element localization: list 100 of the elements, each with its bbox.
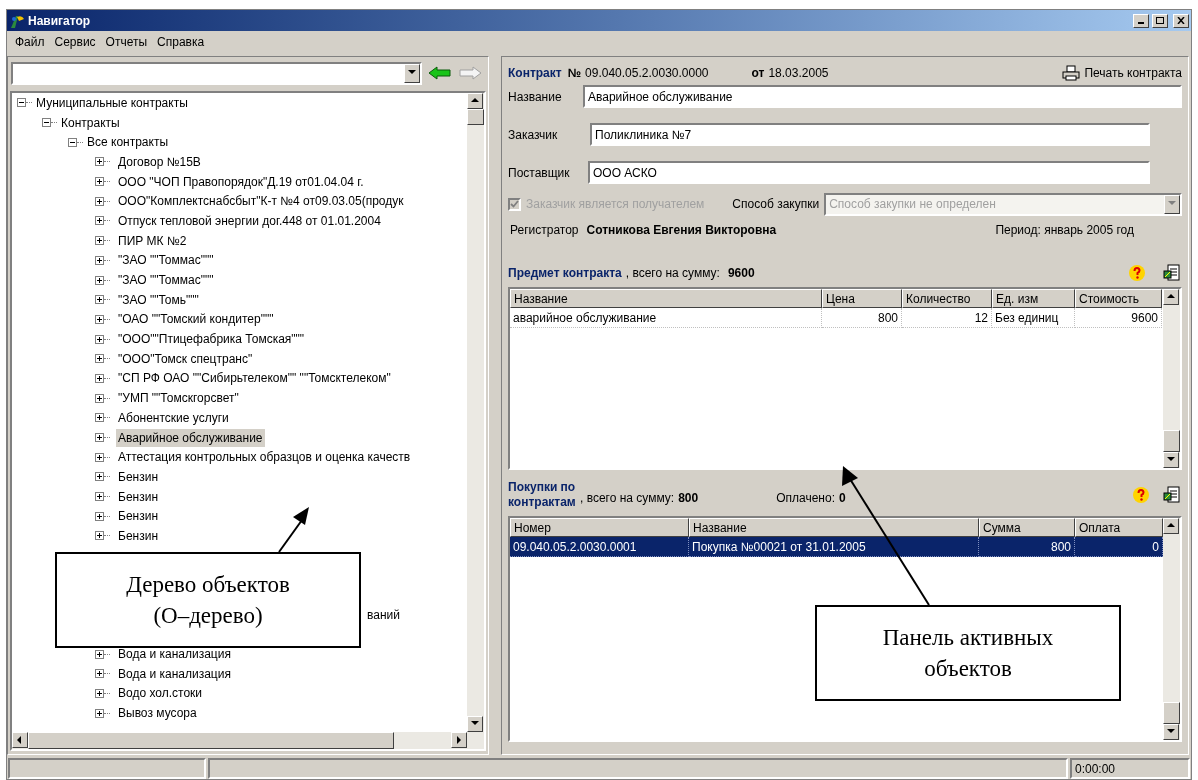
tree-item[interactable]: Муниципальные контракты [34,93,190,112]
tree-item[interactable]: Вывоз мусора [116,704,199,723]
menu-item[interactable]: Файл [11,33,49,51]
tree-item[interactable]: "ОАО ""Томский кондитер""" [116,310,276,329]
tree-item[interactable]: Абонентские услуги [116,408,231,427]
close-button[interactable] [1173,13,1189,28]
tree-item[interactable]: Аварийное обслуживание [116,428,265,447]
column-header[interactable]: Оплата [1075,518,1163,537]
menu-item[interactable]: Отчеты [101,33,152,51]
vertical-scrollbar[interactable] [1163,518,1180,740]
expand-icon[interactable] [95,196,104,206]
scroll-down-button[interactable] [1163,452,1179,468]
back-arrow-icon[interactable] [428,66,452,80]
column-header[interactable]: Номер [510,518,689,537]
expand-icon[interactable] [95,511,104,521]
tree-item[interactable]: Вода и канализация [116,664,233,683]
tree-item[interactable]: "ЗАО ""Томмас""" [116,251,216,270]
expand-icon[interactable] [95,393,104,403]
column-header[interactable]: Цена [822,289,902,308]
tree-item[interactable]: Бензин [116,487,160,506]
text-field[interactable]: Поликлиника №7 [590,123,1150,146]
expand-icon[interactable] [95,472,104,482]
table-cell: 09.040.05.2.0030.0001 [510,537,689,557]
help-icon[interactable] [1132,486,1150,504]
menu-item[interactable]: Справка [153,33,209,51]
tree-item[interactable]: ООО "ЧОП Правопорядок"Д.19 от01.04.04 г. [116,172,366,191]
text-field[interactable]: Аварийное обслуживание [583,85,1182,108]
tree-item[interactable]: "ООО"Томск спецтранс" [116,349,255,368]
collapse-icon[interactable] [17,98,26,108]
tree-item[interactable]: ваний [367,605,400,624]
expand-icon[interactable] [95,531,104,541]
expand-icon[interactable] [95,177,104,187]
expand-icon[interactable] [95,236,104,246]
expand-icon[interactable] [95,216,104,226]
table-cell: 12 [902,308,992,328]
search-combo-box[interactable] [11,61,422,85]
scroll-down-button[interactable] [1163,724,1179,740]
print-contract-button[interactable]: Печать контракта [1062,64,1182,82]
tree-item[interactable]: Вода и канализация [116,645,233,664]
tree-item[interactable]: "УМП ""Томскгорсвет" [116,389,241,408]
column-header[interactable]: Название [689,518,979,537]
document-export-icon[interactable] [1162,263,1182,283]
expand-icon[interactable] [95,688,104,698]
expand-icon[interactable] [95,669,104,679]
scroll-up-button[interactable] [467,93,484,109]
scroll-thumb[interactable] [467,109,485,125]
scroll-thumb[interactable] [1163,702,1180,724]
expand-icon[interactable] [95,649,104,659]
tree-item[interactable]: "СП РФ ОАО ""Сибирьтелеком"" ""Томсктелеком" [116,369,393,388]
collapse-icon[interactable] [42,118,51,128]
expand-icon[interactable] [95,314,104,324]
column-header[interactable]: Сумма [979,518,1075,537]
collapse-icon[interactable] [68,137,77,147]
column-header[interactable]: Ед. изм [992,289,1075,308]
tree-item[interactable]: "ЗАО ""Томмас""" [116,271,216,290]
document-export-icon[interactable] [1162,485,1182,505]
expand-icon[interactable] [95,157,104,167]
tree-item[interactable]: Аттестация контрольных образцов и оценка качеств [116,448,413,467]
tree-item[interactable]: ПИР МК №2 [116,231,189,250]
vertical-scrollbar[interactable] [467,93,485,732]
tree-item[interactable]: Контракты [59,113,122,132]
tree-item[interactable]: ООО"Комплектснабсбыт"К-т №4 от09.03.05(продук [116,192,406,211]
tree-item[interactable]: Договор №15В [116,152,203,171]
column-header[interactable]: Название [510,289,822,308]
expand-icon[interactable] [95,295,104,305]
contract-number: 09.040.05.2.0030.0000 [585,65,709,82]
tree-item[interactable]: Отпуск тепловой энергии дог.448 от 01.01.2004 [116,211,383,230]
expand-icon[interactable] [95,275,104,285]
tree-item[interactable]: Бензин [116,467,160,486]
column-header[interactable]: Стоимость [1075,289,1162,308]
help-icon[interactable] [1128,264,1146,282]
expand-icon[interactable] [95,492,104,502]
expand-icon[interactable] [95,373,104,383]
expand-icon[interactable] [95,433,104,443]
maximize-button[interactable] [1152,13,1168,28]
tree-item[interactable]: "ООО""Птицефабрика Томская""" [116,330,307,349]
pointer-arrow [278,507,309,553]
expand-icon[interactable] [95,413,104,423]
tree-item[interactable]: Бензин [116,526,160,545]
expand-icon[interactable] [95,708,104,718]
column-header[interactable]: Количество [902,289,992,308]
vertical-scrollbar[interactable] [1163,289,1180,468]
expand-icon[interactable] [95,452,104,462]
text-field[interactable]: ООО АСКО [588,161,1150,184]
tree-item[interactable]: Все контракты [85,133,171,152]
scroll-thumb[interactable] [1163,430,1180,452]
tree-item[interactable]: Водо хол.стоки [116,684,205,703]
scroll-up-button[interactable] [1163,518,1179,534]
minimize-button[interactable] [1133,13,1149,28]
expand-icon[interactable] [95,255,104,265]
expand-icon[interactable] [95,354,104,364]
scroll-left-button[interactable] [12,732,28,748]
scroll-right-button[interactable] [451,732,468,748]
tree-item[interactable]: Бензин [116,507,160,526]
expand-icon[interactable] [95,334,104,344]
scroll-up-button[interactable] [1163,289,1179,305]
tree-item[interactable]: "ЗАО ""Томь""" [116,290,201,309]
scroll-down-button[interactable] [467,716,484,732]
horizontal-scrollbar[interactable] [12,732,485,749]
menu-item[interactable]: Сервис [50,33,100,51]
